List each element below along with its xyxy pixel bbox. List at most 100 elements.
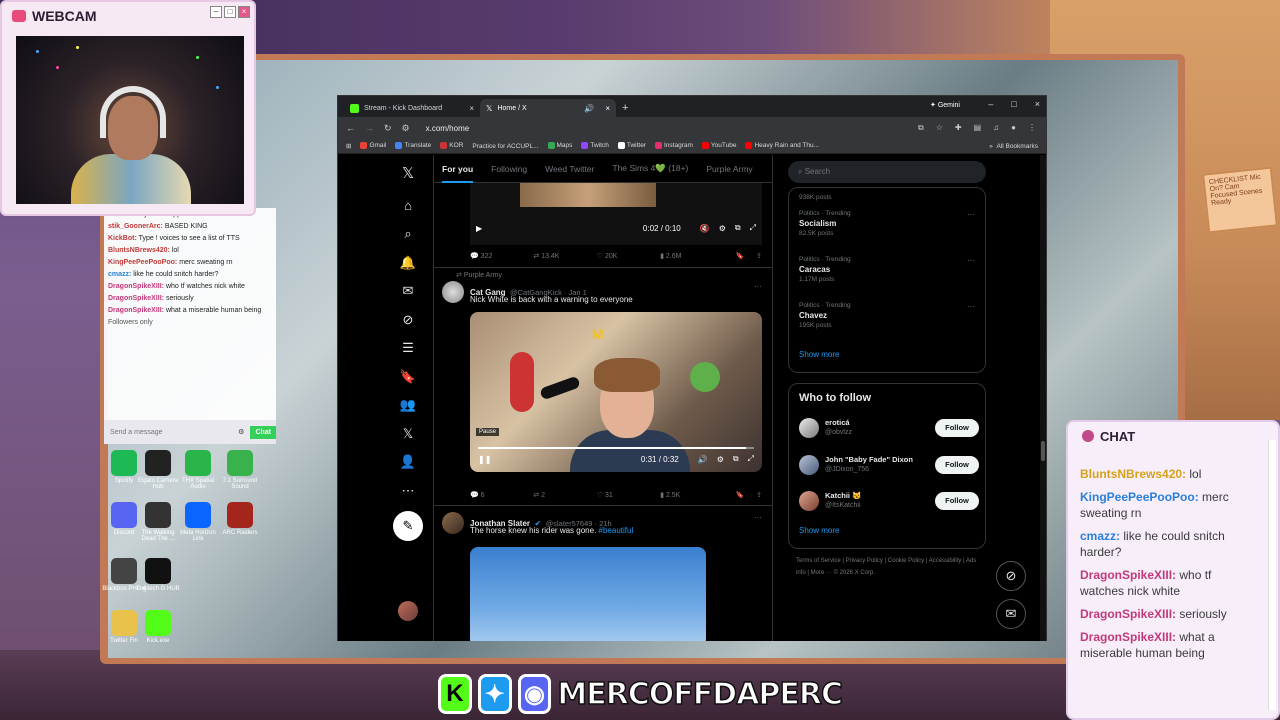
bookmark-item[interactable]: YouTube: [701, 142, 736, 150]
suggestion-name[interactable]: John "Baby Fade" Dixon: [825, 455, 913, 464]
follow-button[interactable]: Follow: [935, 419, 979, 437]
bookmark-item[interactable]: Twitch: [581, 142, 609, 150]
bookmark-icon[interactable]: 🔖: [399, 368, 417, 386]
avatar[interactable]: [398, 601, 418, 621]
settings-icon[interactable]: ⚙: [719, 224, 726, 233]
desktop-icon-walking-dead[interactable]: The Walking Dead The ...: [136, 502, 180, 542]
share-icon[interactable]: ⇪: [756, 252, 762, 260]
more-icon[interactable]: ⋯: [399, 482, 417, 500]
suggestion-name[interactable]: eroticá: [825, 418, 850, 427]
pause-icon[interactable]: ❚❚: [478, 455, 491, 464]
like-button[interactable]: ♡ 31: [597, 491, 660, 499]
settings-icon[interactable]: ⚙: [717, 455, 724, 464]
grok-icon[interactable]: ⊘: [399, 311, 417, 329]
tab-purple-army[interactable]: Purple Army: [706, 164, 752, 174]
address-bar[interactable]: x.com/home: [426, 124, 470, 133]
scrollbar[interactable]: [1040, 155, 1046, 641]
lists-icon[interactable]: ☰: [399, 339, 417, 357]
close-icon[interactable]: ×: [1035, 99, 1040, 109]
show-more-link[interactable]: Show more: [799, 526, 839, 535]
hashtag-link[interactable]: #beautiful: [599, 526, 634, 535]
scroll-thumb[interactable]: [1041, 441, 1045, 461]
search-input[interactable]: ⌕ Search: [788, 161, 986, 183]
search-icon[interactable]: ⌕: [399, 225, 417, 243]
more-icon[interactable]: ···: [967, 256, 975, 265]
tab-for-you[interactable]: For you: [442, 164, 474, 183]
show-more-link[interactable]: Show more: [799, 350, 839, 359]
profile-icon[interactable]: 👤: [399, 453, 417, 471]
premium-x-icon[interactable]: 𝕏: [399, 425, 417, 443]
mail-icon[interactable]: ✉: [996, 599, 1026, 629]
desktop-icon-surround[interactable]: 7.1 Surround Sound: [218, 450, 262, 490]
sidebar-icon[interactable]: ▤: [974, 123, 982, 133]
views-button[interactable]: ▮ 2.5K: [660, 491, 723, 499]
tab-weed-twitter[interactable]: Weed Twitter: [545, 164, 594, 174]
suggestion-name[interactable]: Katchii 😼: [825, 491, 861, 500]
avatar[interactable]: [442, 512, 464, 534]
pip-icon[interactable]: ⧉: [733, 454, 739, 464]
chat-scrollbar[interactable]: [1268, 440, 1276, 710]
apps-icon[interactable]: ⊞: [346, 142, 351, 150]
close-icon[interactable]: ×: [469, 104, 474, 113]
post-video-1[interactable]: ▶ 0:02 / 0:10 🔇 ⚙ ⧉ ⤢: [470, 183, 762, 245]
follow-button[interactable]: Follow: [935, 456, 979, 474]
fullscreen-icon[interactable]: ⤢: [748, 454, 754, 464]
like-button[interactable]: ♡ 20K: [597, 252, 660, 260]
cast-icon[interactable]: ⧉: [918, 123, 924, 133]
reply-button[interactable]: 💬 322: [470, 252, 533, 260]
profile-avatar[interactable]: ●: [1011, 123, 1016, 133]
bookmark-item[interactable]: Gmail: [360, 142, 386, 150]
fullscreen-icon[interactable]: ⤢: [750, 223, 756, 233]
more-icon[interactable]: ···: [754, 282, 762, 291]
more-icon[interactable]: ···: [967, 302, 975, 311]
close-icon[interactable]: ×: [238, 6, 250, 18]
bookmark-item[interactable]: Twitter: [617, 142, 646, 150]
forward-icon[interactable]: →: [365, 123, 374, 133]
avatar[interactable]: [799, 455, 819, 475]
views-button[interactable]: ▮ 2.6M: [660, 252, 723, 260]
bookmark-item[interactable]: Practice for ACCUPL...: [472, 143, 538, 150]
home-icon[interactable]: ⌂: [399, 197, 417, 215]
footer-links[interactable]: Terms of Service | Privacy Policy | Cook…: [796, 555, 986, 579]
bookmark-icon[interactable]: 🔖: [735, 491, 744, 499]
tab-following[interactable]: Following: [491, 164, 527, 174]
bookmark-item[interactable]: Instagram: [654, 142, 693, 150]
desktop-icon-thx[interactable]: THX Spatial Audio: [176, 450, 220, 490]
maximize-icon[interactable]: □: [224, 6, 236, 18]
trend-item[interactable]: Politics · Trending Chavez 195K posts ··…: [799, 302, 979, 329]
avatar[interactable]: [442, 281, 464, 303]
pip-icon[interactable]: ⧉: [735, 223, 741, 233]
bookmark-item[interactable]: Maps: [547, 142, 572, 150]
trend-item[interactable]: Politics · Trending Socialism 82.5K post…: [799, 210, 979, 237]
menu-icon[interactable]: ⋮: [1028, 123, 1036, 133]
settings-icon[interactable]: ⚙: [238, 428, 244, 436]
site-info-icon[interactable]: ⚙: [402, 123, 410, 134]
extensions-icon[interactable]: ✚: [955, 123, 962, 133]
trend-item[interactable]: Politics · Trending Caracas 1.17M posts …: [799, 256, 979, 283]
bookmark-item[interactable]: Translate: [395, 142, 431, 150]
repost-button[interactable]: ⇄ 13.4K: [533, 252, 596, 260]
bookmark-item[interactable]: KOR: [440, 142, 463, 150]
minimize-icon[interactable]: –: [988, 99, 993, 109]
tab-the-sims[interactable]: The Sims 4💚 (18+): [612, 163, 688, 174]
media-icon[interactable]: ♫: [993, 123, 999, 133]
gemini-button[interactable]: ✦ Gemini: [930, 101, 960, 109]
maximize-icon[interactable]: □: [1011, 99, 1016, 109]
bookmark-item[interactable]: Heavy Rain and Thu...: [745, 142, 819, 150]
more-icon[interactable]: ···: [967, 210, 975, 219]
post-image-3[interactable]: [470, 547, 706, 641]
reload-icon[interactable]: ↻: [384, 123, 392, 134]
communities-icon[interactable]: 👥: [399, 396, 417, 414]
follow-button[interactable]: Follow: [935, 492, 979, 510]
desktop-icon-kick[interactable]: Kick.exe: [136, 610, 180, 644]
new-tab-button[interactable]: +: [622, 102, 628, 117]
speaker-icon[interactable]: 🔊: [584, 104, 594, 113]
share-icon[interactable]: ⇪: [756, 491, 762, 499]
more-icon[interactable]: ···: [754, 513, 762, 522]
reply-button[interactable]: 💬 6: [470, 491, 533, 499]
desktop-icon-logitech[interactable]: Logitech G HUB: [136, 558, 180, 592]
close-icon[interactable]: ×: [605, 104, 610, 113]
play-icon[interactable]: ▶: [476, 224, 482, 233]
x-logo-icon[interactable]: 𝕏: [399, 165, 417, 183]
avatar[interactable]: [799, 491, 819, 511]
